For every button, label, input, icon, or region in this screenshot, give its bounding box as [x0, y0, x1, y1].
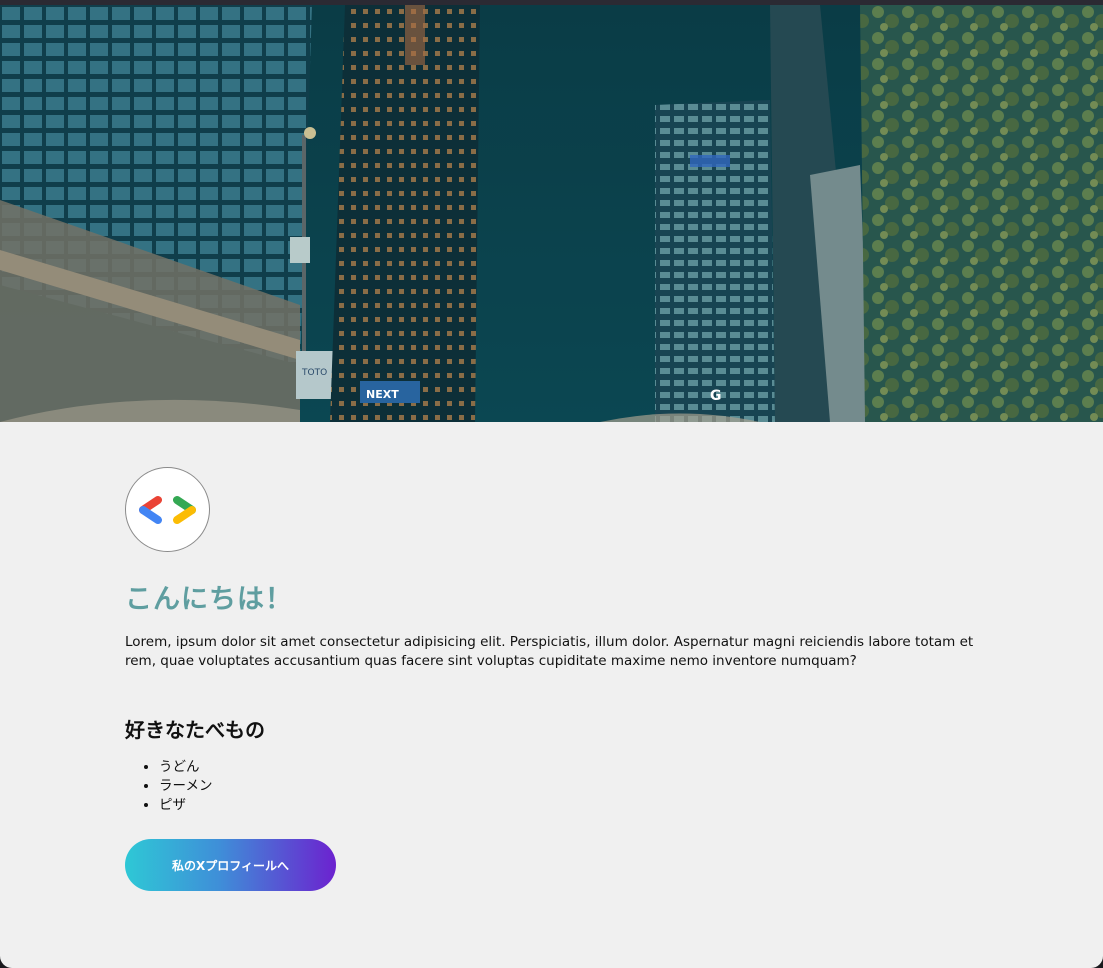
greeting-heading: こんにちは！	[125, 584, 293, 615]
cityscape-illustration: NEXT G TOTO	[0, 5, 1103, 422]
x-profile-button[interactable]: 私のXプロフィールへ	[125, 839, 336, 891]
favorite-foods-heading: 好きなたべもの	[125, 718, 265, 742]
intro-paragraph: Lorem, ipsum dolor sit amet consectetur …	[125, 634, 974, 669]
hero-sign-text: NEXT	[366, 388, 399, 401]
list-item: うどん	[159, 758, 212, 777]
list-item: ピザ	[159, 796, 212, 815]
favorite-foods-list: うどん ラーメン ピザ	[125, 758, 212, 815]
list-item: ラーメン	[159, 777, 212, 796]
hero-cityscape-image: NEXT G TOTO	[0, 5, 1103, 422]
hero-kiosk-text: TOTO	[301, 368, 327, 378]
hero-building-sign: G	[710, 388, 722, 404]
developer-code-brackets-icon	[139, 496, 196, 524]
profile-card: こんにちは！ Lorem, ipsum dolor sit amet conse…	[0, 422, 1103, 968]
avatar	[125, 467, 210, 552]
